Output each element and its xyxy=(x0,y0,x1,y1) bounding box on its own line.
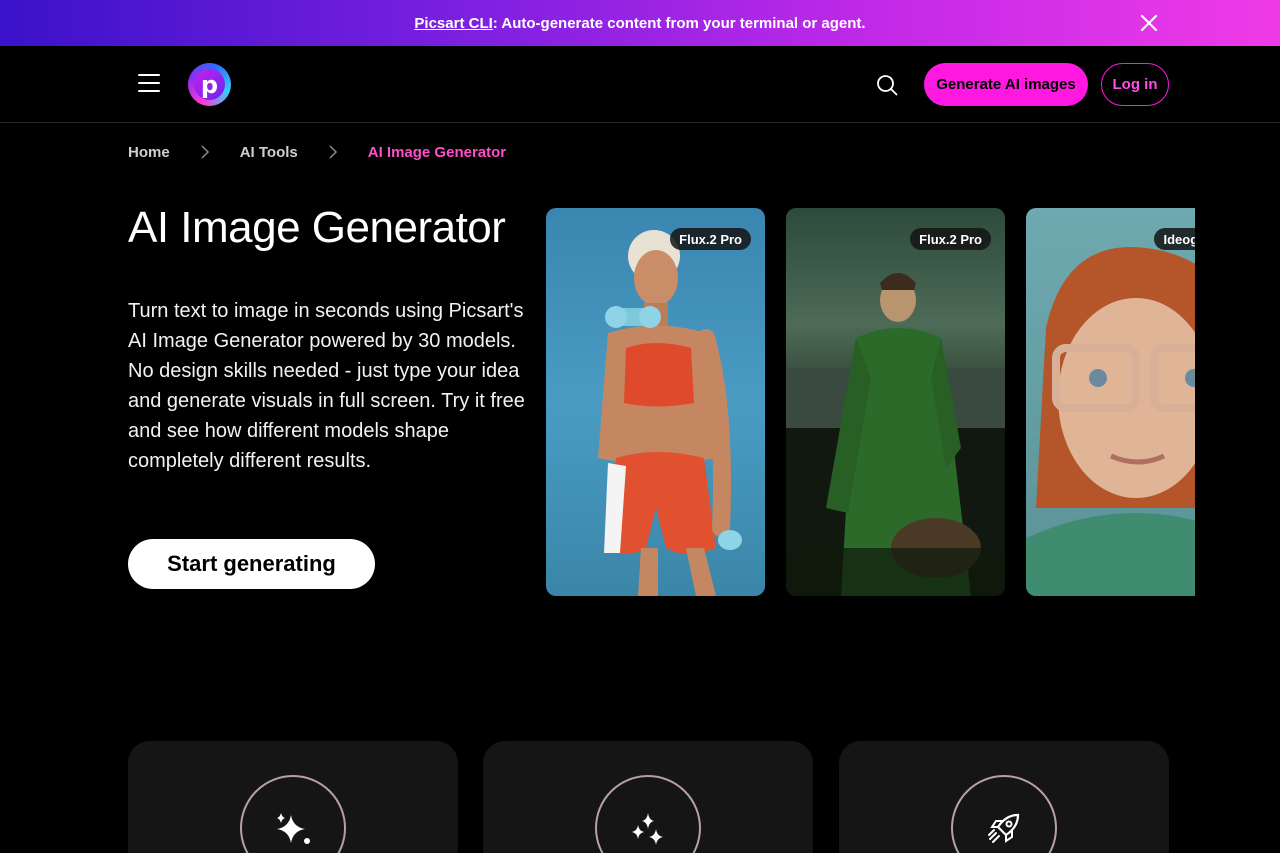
feature-icon-circle xyxy=(595,775,701,853)
hero-description: Turn text to image in seconds using Pics… xyxy=(128,300,525,472)
feature-icon-circle xyxy=(240,775,346,853)
banner-text: : Auto-generate content from your termin… xyxy=(492,14,866,32)
picsart-logo[interactable]: p xyxy=(188,63,231,106)
model-tag: Flux.2 Pro xyxy=(910,228,991,250)
menu-icon[interactable] xyxy=(138,74,160,94)
promo-banner: Picsart CLI : Auto-generate content from… xyxy=(0,0,1280,46)
login-button[interactable]: Log in xyxy=(1101,63,1169,106)
rocket-icon xyxy=(988,813,1020,843)
breadcrumb: Home AI Tools AI Image Generator xyxy=(128,143,506,161)
model-gallery: Flux.2 Pro Flux.2 Pro Ideogram xyxy=(546,208,1195,596)
search-icon[interactable] xyxy=(875,73,899,97)
close-icon[interactable] xyxy=(1138,12,1160,34)
chevron-right-icon xyxy=(329,145,337,159)
man-in-green-robe-image xyxy=(786,273,1005,596)
breadcrumb-current: AI Image Generator xyxy=(367,143,507,161)
breadcrumb-home[interactable]: Home xyxy=(128,144,170,161)
sparkle-icon xyxy=(277,813,310,844)
feature-card xyxy=(839,741,1169,853)
feature-card xyxy=(483,741,813,853)
model-tag: Ideogram xyxy=(1154,228,1195,250)
sparkles-icon xyxy=(632,813,663,845)
model-tag: Flux.2 Pro xyxy=(670,228,751,250)
gallery-card[interactable]: Flux.2 Pro xyxy=(546,208,765,596)
picsart-cli-link[interactable]: Picsart CLI xyxy=(414,15,492,32)
feature-card xyxy=(128,741,458,853)
site-header: p Generate AI images Log in xyxy=(0,46,1280,123)
generate-ai-images-button[interactable]: Generate AI images xyxy=(924,63,1088,106)
gallery-card[interactable]: Flux.2 Pro xyxy=(786,208,1005,596)
red-haired-man-image xyxy=(1026,247,1195,596)
page-title: AI Image Generator xyxy=(128,203,506,252)
breadcrumb-ai-tools[interactable]: AI Tools xyxy=(240,144,298,161)
woman-with-dumbbells-image xyxy=(598,230,742,596)
feature-icon-circle xyxy=(951,775,1057,853)
logo-letter: p xyxy=(194,69,225,100)
chevron-right-icon xyxy=(201,145,209,159)
start-generating-button[interactable]: Start generating xyxy=(128,539,375,589)
gallery-card[interactable]: Ideogram xyxy=(1026,208,1195,596)
